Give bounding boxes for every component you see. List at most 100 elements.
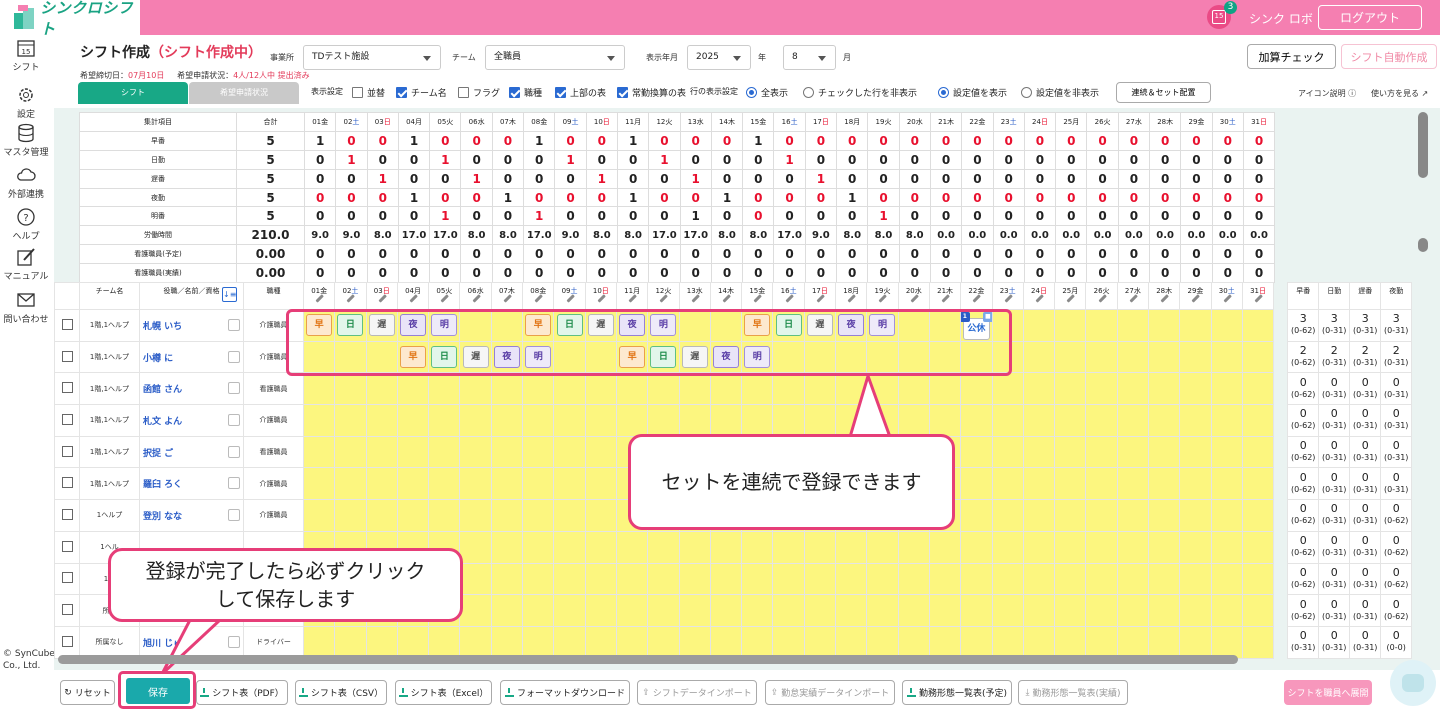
horizontal-scrollbar[interactable] <box>58 655 1238 664</box>
shift-cell[interactable] <box>365 625 398 659</box>
shift-cell[interactable] <box>553 499 586 532</box>
shift-cell[interactable] <box>991 404 1024 437</box>
shift-cell[interactable] <box>1179 467 1212 501</box>
shift-cell[interactable] <box>1241 340 1275 374</box>
staff-menu-toggle[interactable] <box>228 477 240 490</box>
shift-cell[interactable] <box>866 562 899 596</box>
staff-menu-toggle[interactable] <box>228 350 240 363</box>
shift-cell[interactable] <box>1054 562 1087 596</box>
shift-cell[interactable] <box>709 404 743 437</box>
shift-cell[interactable] <box>396 467 430 501</box>
pencil-icon[interactable] <box>1004 294 1013 303</box>
shift-cell[interactable] <box>1116 499 1150 532</box>
shift-cell[interactable] <box>1210 625 1243 659</box>
pencil-icon[interactable] <box>1129 294 1138 303</box>
work-list-plan-button[interactable]: 勤務形態一覧表(予定) <box>902 680 1012 705</box>
row-checkbox[interactable] <box>61 382 73 394</box>
shift-cell[interactable] <box>459 594 492 627</box>
shift-cell[interactable] <box>803 625 837 659</box>
shift-cell[interactable] <box>647 594 680 627</box>
row-display-radio[interactable]: 全表示 <box>746 86 788 99</box>
shift-cell[interactable] <box>647 404 680 437</box>
pencil-icon[interactable] <box>503 294 512 303</box>
shift-cell[interactable] <box>897 625 930 659</box>
shift-cell[interactable] <box>1085 340 1118 374</box>
shift-cell[interactable] <box>1179 562 1212 596</box>
shift-cell[interactable] <box>459 562 492 596</box>
shift-cell[interactable] <box>960 530 993 564</box>
pencil-icon[interactable] <box>1066 294 1075 303</box>
shift-cell[interactable] <box>960 562 993 596</box>
shift-cell[interactable] <box>1054 499 1087 532</box>
shift-cell[interactable] <box>1179 594 1212 627</box>
shift-cell[interactable] <box>1085 372 1118 406</box>
shift-cell[interactable] <box>928 530 962 564</box>
shift-cell[interactable] <box>1241 562 1275 596</box>
display-option-checkbox[interactable]: 並替 <box>352 86 385 99</box>
shift-cell[interactable] <box>960 435 993 469</box>
shift-cell[interactable] <box>1210 372 1243 406</box>
shift-cell[interactable] <box>803 404 837 437</box>
sidebar-item-help[interactable]: ? ヘルプ <box>0 207 52 242</box>
shift-cell[interactable] <box>709 372 743 406</box>
shift-cell[interactable] <box>522 499 555 532</box>
row-checkbox[interactable] <box>61 572 73 584</box>
shift-cell[interactable] <box>334 372 367 406</box>
shift-cell[interactable] <box>1148 404 1181 437</box>
shift-cell[interactable] <box>1022 499 1056 532</box>
shift-cell[interactable] <box>1054 404 1087 437</box>
icon-help-link[interactable]: アイコン説明 ⓘ <box>1298 88 1356 99</box>
shift-cell[interactable] <box>647 372 680 406</box>
shift-cell[interactable] <box>522 625 555 659</box>
shift-cell[interactable] <box>334 404 367 437</box>
shift-cell[interactable] <box>928 372 962 406</box>
shift-cell[interactable] <box>709 562 743 596</box>
staff-name[interactable]: 札幌 いち <box>139 309 244 342</box>
chain-set-button[interactable]: 連続＆セット配置 <box>1116 82 1211 103</box>
row-checkbox[interactable] <box>61 318 73 330</box>
shift-cell[interactable] <box>522 372 555 406</box>
shift-cell[interactable] <box>803 562 837 596</box>
shift-cell[interactable] <box>960 404 993 437</box>
shift-cell[interactable] <box>522 404 555 437</box>
shift-cell[interactable] <box>1116 435 1150 469</box>
shift-cell[interactable] <box>553 625 586 659</box>
shift-cell[interactable] <box>428 499 461 532</box>
shift-cell[interactable] <box>1179 625 1212 659</box>
shift-cell[interactable] <box>1148 625 1181 659</box>
shift-cell[interactable] <box>1210 467 1243 501</box>
shift-cell[interactable] <box>1116 594 1150 627</box>
shift-cell[interactable] <box>1085 499 1118 532</box>
shift-cell[interactable] <box>1054 309 1087 342</box>
pencil-icon[interactable] <box>440 294 449 303</box>
shift-cell[interactable] <box>960 625 993 659</box>
shift-cell[interactable] <box>1085 594 1118 627</box>
shift-cell[interactable] <box>1054 467 1087 501</box>
pencil-icon[interactable] <box>534 294 543 303</box>
shift-cell[interactable] <box>490 404 524 437</box>
row-checkbox[interactable] <box>61 540 73 552</box>
shift-cell[interactable] <box>1148 499 1181 532</box>
sidebar-item-edit[interactable]: マニュアル <box>0 247 52 282</box>
shift-cell[interactable] <box>1241 309 1275 342</box>
shift-cell[interactable] <box>678 625 711 659</box>
shift-cell[interactable] <box>615 562 649 596</box>
staff-name[interactable]: 登別 なな <box>139 499 244 532</box>
shift-cell[interactable] <box>678 594 711 627</box>
sidebar-item-calendar[interactable]: 15 シフト <box>0 38 52 73</box>
tab-request-status[interactable]: 希望申請状況 <box>189 82 299 104</box>
shift-cell[interactable] <box>1210 404 1243 437</box>
sidebar-item-database[interactable]: マスタ管理 <box>0 123 52 158</box>
shift-cell[interactable] <box>960 594 993 627</box>
shift-cell[interactable] <box>584 435 617 469</box>
shift-cell[interactable] <box>1179 404 1212 437</box>
shift-cell[interactable] <box>396 435 430 469</box>
shift-cell[interactable] <box>459 467 492 501</box>
shift-cell[interactable] <box>490 499 524 532</box>
shift-cell[interactable] <box>428 404 461 437</box>
shift-cell[interactable] <box>1148 530 1181 564</box>
shift-cell[interactable] <box>584 625 617 659</box>
shift-import-button[interactable]: ⇪ シフトデータインポート <box>637 680 757 705</box>
logo[interactable]: シンクロシフト <box>0 0 140 38</box>
shift-cell[interactable] <box>584 404 617 437</box>
